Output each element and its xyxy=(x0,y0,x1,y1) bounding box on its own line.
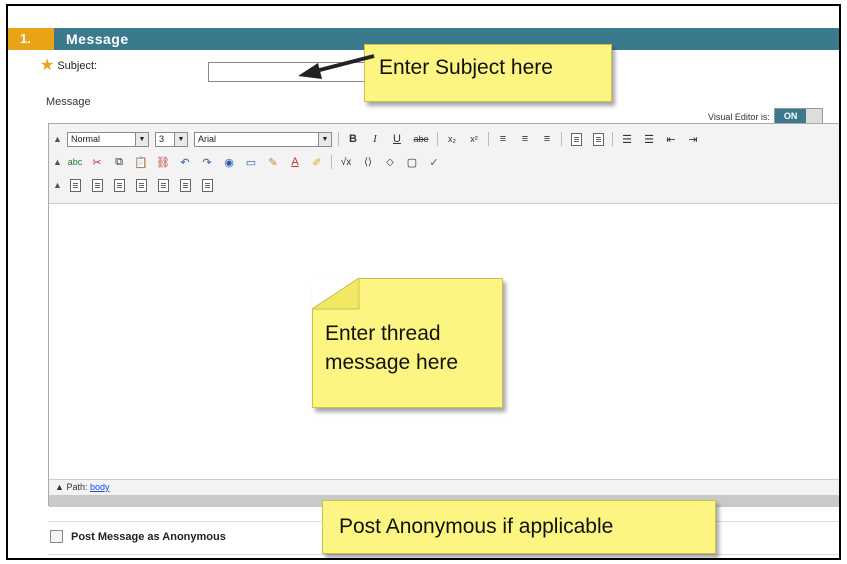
paste-icon[interactable]: 📋 xyxy=(133,154,149,170)
indent-icon[interactable]: ⇥ xyxy=(685,131,701,147)
text-color-icon[interactable]: A xyxy=(287,154,303,170)
path-bar: ▲ Path: body xyxy=(49,479,839,495)
globe-icon[interactable]: ◉ xyxy=(221,154,237,170)
cut-icon[interactable]: ✂ xyxy=(89,154,105,170)
size-select[interactable]: 3 ▼ xyxy=(155,131,188,147)
anonymous-checkbox[interactable] xyxy=(50,530,63,543)
italic-icon[interactable]: I xyxy=(367,131,383,147)
undo-icon[interactable]: ↶ xyxy=(177,154,193,170)
collapse-icon[interactable]: ▲ xyxy=(53,134,62,144)
format-select-value: Normal xyxy=(71,134,101,144)
code-icon[interactable]: ◇ xyxy=(382,154,398,170)
toolbar-separator xyxy=(488,132,489,146)
highlight-icon[interactable]: ✎ xyxy=(265,154,281,170)
step-number-badge: 1. xyxy=(8,28,54,50)
toolbar-row-2: ▲ abc ✂ ⧉ 📋 ⛓ ↶ ↷ ◉ ▭ ✎ A ✐ √x ⟨⟩ ◇ ▢ ✓ xyxy=(53,151,442,173)
math-icon[interactable]: √x xyxy=(338,154,354,170)
insert-document-icon[interactable] xyxy=(133,177,149,193)
font-select[interactable]: Arial ▼ xyxy=(194,131,332,147)
path-link-body[interactable]: body xyxy=(90,482,110,492)
bold-icon[interactable]: B xyxy=(345,131,361,147)
size-select-value: 3 xyxy=(159,134,165,144)
redo-icon[interactable]: ↷ xyxy=(199,154,215,170)
background-color-icon[interactable]: ✐ xyxy=(309,154,325,170)
bulleted-list-icon[interactable]: ☰ xyxy=(619,131,635,147)
replace-icon[interactable] xyxy=(590,131,606,147)
align-right-icon[interactable]: ≡ xyxy=(539,131,555,147)
folded-corner-icon xyxy=(312,278,360,310)
subject-label-row: ★ Subject: xyxy=(40,57,98,74)
toolbar-separator xyxy=(338,132,339,146)
anonymous-option[interactable]: Post Message as Anonymous xyxy=(50,530,226,543)
strikethrough-icon[interactable]: abe xyxy=(411,131,431,147)
numbered-list-icon[interactable]: ☰ xyxy=(641,131,657,147)
fullscreen-icon[interactable]: ▢ xyxy=(404,154,420,170)
callout-subject: Enter Subject here xyxy=(364,44,612,102)
message-label: Message xyxy=(46,96,91,108)
subscript-icon[interactable]: x₂ xyxy=(444,131,460,147)
visual-editor-on-state[interactable]: ON xyxy=(774,109,807,124)
html-icon[interactable]: ⟨⟩ xyxy=(360,154,376,170)
callout-message-line-2: message here xyxy=(325,351,459,374)
table-icon[interactable]: ▭ xyxy=(243,154,259,170)
font-select-value: Arial xyxy=(198,134,217,144)
copy-icon[interactable]: ⧉ xyxy=(111,154,127,170)
toolbar-separator xyxy=(437,132,438,146)
preview-icon[interactable]: ✓ xyxy=(426,154,442,170)
underline-icon[interactable]: U xyxy=(389,131,405,147)
insert-file-icon[interactable] xyxy=(67,177,83,193)
insert-audio-icon[interactable] xyxy=(155,177,171,193)
editor-toolbar: ▲ Normal ▼ 3 ▼ Arial ▼ B I U abe x₂ x² ≡… xyxy=(49,124,839,204)
insert-mashup-icon[interactable] xyxy=(199,177,215,193)
subject-input[interactable] xyxy=(208,62,388,82)
visual-editor-off-state[interactable] xyxy=(806,109,823,124)
spellcheck-icon[interactable]: abc xyxy=(67,154,83,170)
align-center-icon[interactable]: ≡ xyxy=(517,131,533,147)
collapse-icon[interactable]: ▲ xyxy=(53,157,62,167)
chevron-down-icon[interactable]: ▼ xyxy=(135,132,148,146)
format-select[interactable]: Normal ▼ xyxy=(67,131,149,147)
callout-message: Enter thread message here xyxy=(312,278,503,408)
toolbar-separator xyxy=(331,155,332,169)
toolbar-row-1: ▲ Normal ▼ 3 ▼ Arial ▼ B I U abe x₂ x² ≡… xyxy=(53,128,701,150)
find-icon[interactable] xyxy=(568,131,584,147)
section-title: Message xyxy=(66,31,129,47)
unlink-icon[interactable]: ⛓ xyxy=(155,154,171,170)
visual-editor-label: Visual Editor is: xyxy=(708,111,770,122)
chevron-down-icon[interactable]: ▼ xyxy=(318,132,331,146)
window-frame: 1. Message ★ Subject: Message Visual Edi… xyxy=(6,4,841,560)
callout-message-line-1: Enter thread xyxy=(325,322,441,345)
superscript-icon[interactable]: x² xyxy=(466,131,482,147)
toolbar-separator xyxy=(561,132,562,146)
insert-image-icon[interactable] xyxy=(89,177,105,193)
chevron-down-icon[interactable]: ▼ xyxy=(174,132,187,146)
toolbar-row-3: ▲ xyxy=(53,174,215,196)
path-label: Path: xyxy=(66,482,88,492)
insert-pdf-icon[interactable] xyxy=(177,177,193,193)
divider xyxy=(48,554,839,555)
anonymous-label: Post Message as Anonymous xyxy=(71,530,226,543)
collapse-icon[interactable]: ▲ xyxy=(53,180,62,190)
insert-media-icon[interactable] xyxy=(111,177,127,193)
subject-label: Subject: xyxy=(57,60,98,72)
callout-anonymous: Post Anonymous if applicable xyxy=(322,500,716,554)
required-star-icon: ★ xyxy=(40,57,55,74)
toolbar-separator xyxy=(612,132,613,146)
outdent-icon[interactable]: ⇤ xyxy=(663,131,679,147)
collapse-icon[interactable]: ▲ xyxy=(55,482,64,492)
align-left-icon[interactable]: ≡ xyxy=(495,131,511,147)
